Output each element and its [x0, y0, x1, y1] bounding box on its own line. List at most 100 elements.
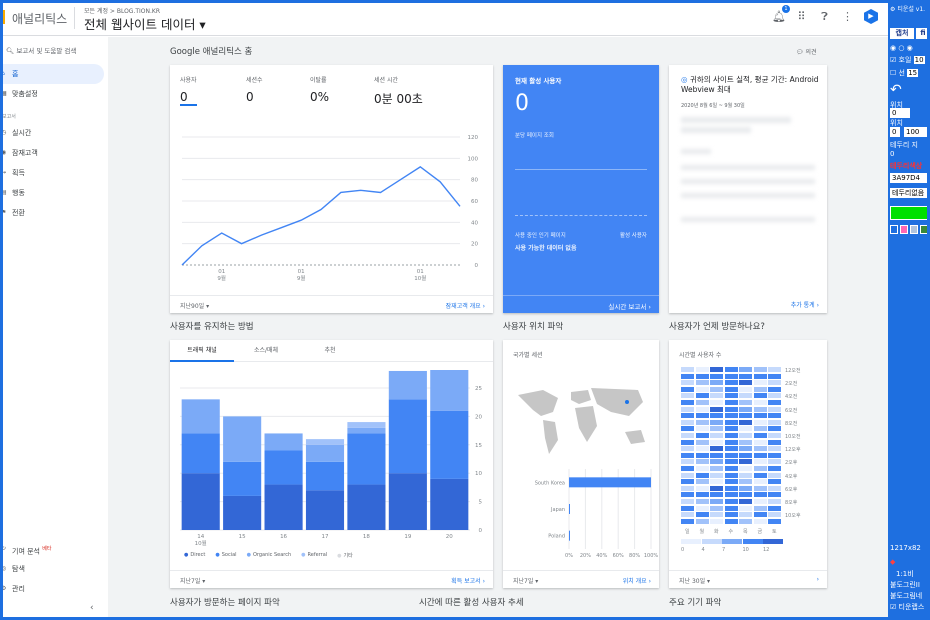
account-avatar[interactable]: ▶: [864, 9, 878, 24]
option-line[interactable]: ☐ 선 15: [890, 68, 919, 78]
heatmap-cell: [695, 367, 709, 372]
swatch-blue[interactable]: [890, 225, 898, 234]
hour-label: 8오후: [785, 500, 798, 506]
swatch-pink[interactable]: [900, 225, 908, 234]
heatmap-cell: [724, 393, 738, 399]
metric-sessions[interactable]: 세션수 0: [246, 75, 263, 104]
heatmap-cell: [681, 459, 694, 465]
sidebar-item-conversions[interactable]: ⚑ 전환: [0, 203, 104, 223]
sidebar-item-audience[interactable]: ◉ 잠재고객: [0, 143, 104, 163]
realtime-report-link[interactable]: 실시간 보고서 ›: [608, 301, 651, 311]
heatmap-cell: [724, 446, 738, 452]
feedback-button[interactable]: 💬︎ 의견: [796, 47, 817, 56]
analytics-logo[interactable]: [0, 10, 5, 24]
date-range-dropdown[interactable]: 지난90일 ▾: [180, 301, 209, 310]
legend-direct: Direct: [184, 552, 205, 559]
heatmap-cell: [768, 433, 781, 438]
heatmap-cell: [681, 485, 694, 491]
heatmap-cell: [768, 426, 781, 432]
country-bar: [569, 530, 570, 541]
y-tick-label: 10: [475, 471, 482, 477]
heatmap-date-dropdown[interactable]: 지난 30일 ▾: [679, 576, 710, 585]
x-tick-label: 19: [404, 534, 411, 540]
chevron-right-icon[interactable]: ›: [817, 576, 819, 583]
y-tick-label: 40: [471, 220, 478, 226]
y-tick-label: 80: [471, 178, 478, 184]
sidebar-search[interactable]: 🔍︎ 보고서 및 도움말 검색: [0, 45, 76, 55]
bar-social: [223, 461, 262, 496]
border-color-input[interactable]: 3A97D4: [890, 173, 930, 183]
border-width-value[interactable]: 0: [890, 150, 894, 158]
sidebar-item-home[interactable]: ⌂ 홈: [0, 64, 104, 84]
more-insights-link[interactable]: 추가 통계 ›: [791, 300, 819, 309]
heatmap-cell: [710, 406, 723, 412]
swatch-green[interactable]: [920, 225, 928, 234]
tool-option-1[interactable]: 붙도그린II: [890, 580, 920, 590]
metric-duration[interactable]: 세션 시간 0분 00초: [374, 75, 423, 107]
bell-icon[interactable]: 🔔︎ 1: [772, 5, 790, 23]
undo-icon[interactable]: ↶: [890, 82, 902, 98]
sidebar-item-acquisition[interactable]: ⇝ 획득: [0, 163, 104, 183]
clock-icon: ◷: [1, 129, 7, 136]
sidebar-item-explore[interactable]: ◎ 탐색: [0, 559, 104, 579]
sidebar-item-custom[interactable]: ▦ 맞춤설정: [0, 84, 104, 104]
heatmap-cell: [710, 439, 723, 445]
audience-overview-link[interactable]: 잠재고객 개요 ›: [446, 301, 485, 310]
help-icon[interactable]: ❓︎: [818, 10, 831, 23]
pos-x-input[interactable]: 0: [890, 108, 910, 118]
tab-source-medium[interactable]: 소스/매체: [234, 340, 298, 362]
radio-group[interactable]: ◉ ○ ◉: [890, 44, 913, 52]
y-tick-label: 0: [475, 263, 479, 269]
tool-option-2[interactable]: 붙도그림네: [890, 591, 922, 601]
bar-social: [430, 410, 469, 479]
apps-grid-icon[interactable]: ⠿: [795, 10, 808, 23]
realtime-card[interactable]: 현재 활성 사용자 0 분당 페이지 조회 사용 중인 인기 페이지 활성 사용…: [503, 65, 659, 313]
cube-icon[interactable]: ◆: [890, 558, 895, 566]
heatmap-cell: [724, 485, 738, 491]
tab-traffic-channel[interactable]: 트래픽 채널: [170, 340, 234, 362]
heatmap-cell: [695, 433, 709, 438]
more-vert-icon[interactable]: ⋮: [841, 10, 854, 23]
metric-bounce[interactable]: 이탈률 0%: [310, 75, 329, 104]
view-selector[interactable]: 전체 웹사이트 데이터 ▾: [84, 14, 206, 33]
legend-referral: Referral: [301, 552, 328, 559]
heatmap-cell: [695, 492, 709, 498]
blurred-text: [681, 149, 711, 154]
metric-users[interactable]: 사용자 0: [180, 75, 197, 106]
heatmap-cell: [768, 479, 781, 485]
heatmap-cell: [724, 479, 738, 485]
pos-h-input[interactable]: 100: [904, 127, 930, 137]
heatmap-cell: [710, 433, 723, 438]
heatmap-cell: [739, 400, 752, 405]
world-map: [518, 388, 645, 454]
pos-w-input[interactable]: 0: [890, 127, 900, 137]
section-retain-title: 사용자를 유지하는 방법: [170, 322, 254, 332]
option-hoil[interactable]: ☑ 호일 10: [890, 55, 925, 65]
day-label: 금: [757, 529, 763, 535]
sidebar-item-attribution[interactable]: ↻ 기여 분석 베타: [0, 539, 104, 559]
sidebar-item-admin[interactable]: ⚙ 관리: [0, 579, 104, 599]
heatmap-cell: [753, 459, 767, 465]
bar-social: [305, 461, 345, 491]
heatmap-cell: [753, 373, 767, 379]
border-none-select[interactable]: 테두리없음: [890, 188, 930, 198]
heatmap-cell: [724, 413, 738, 419]
retain-date-dropdown[interactable]: 지난7일 ▾: [180, 576, 205, 585]
location-overview-link[interactable]: 위치 개요 ›: [623, 576, 651, 585]
sidebar-item-realtime[interactable]: ◷ 실시간: [0, 123, 104, 143]
capture-button[interactable]: 캡처: [890, 28, 914, 39]
heatmap-cell: [753, 413, 767, 419]
heatmap-title: 시간별 사용자 수: [679, 352, 722, 359]
country-label: South Korea: [535, 480, 565, 486]
fi-button[interactable]: fi: [916, 28, 930, 39]
geo-date-dropdown[interactable]: 지난7일 ▾: [513, 576, 538, 585]
chevron-left-icon[interactable]: ‹: [90, 603, 94, 613]
sidebar-item-behavior[interactable]: ▤ 행동: [0, 183, 104, 203]
tool-option-3[interactable]: ☑ 티운랩스: [890, 602, 924, 612]
left-sidebar: 🔍︎ 보고서 및 도움말 검색 ⌂ 홈 ▦ 맞춤설정 보고서 ◷ 실시간 ◉ 잠재고객 …: [0, 37, 108, 620]
tab-referral[interactable]: 추천: [298, 340, 362, 362]
heatmap-cell: [753, 393, 767, 399]
acquisition-report-link[interactable]: 획득 보고서 ›: [451, 576, 485, 585]
swatch-gray[interactable]: [910, 225, 918, 234]
beta-badge: 베타: [42, 546, 52, 552]
